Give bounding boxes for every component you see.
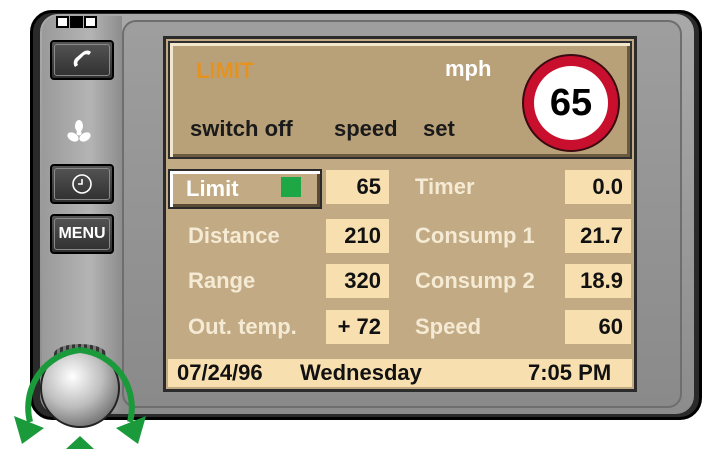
out-temp-value: + 72 [326,310,389,344]
consump-2-value: 18.9 [565,264,631,298]
consump-1-label: Consump 1 [415,223,535,248]
indicator-square-1 [56,16,69,28]
consump-1-value: 21.7 [565,219,631,253]
clock-icon [72,174,92,194]
limit-active-indicator [281,177,301,197]
speed-label[interactable]: speed [334,116,398,142]
indicator-square-3 [84,16,97,28]
timer-label: Timer [415,174,475,199]
phone-icon [73,50,91,67]
consump-2-label: Consump 2 [415,268,535,293]
distance-value: 210 [326,219,389,253]
status-time: 7:05 PM [528,360,612,385]
timer-value: 0.0 [565,170,631,204]
status-date: 07/24/96 [177,360,263,385]
limit-title: LIMIT [196,58,254,83]
out-temp-label: Out. temp. [188,314,297,339]
indicator-square-2 [70,16,83,28]
speed-row-label: Speed [415,314,482,339]
phone-button[interactable] [50,40,114,80]
unit-label: mph [445,56,492,81]
clock-button[interactable] [50,164,114,204]
menu-label: MENU [54,218,110,250]
limit-value: 65 [326,170,389,204]
distance-label: Distance [188,223,280,248]
rotate-arrows-icon [14,347,146,449]
speed-row-value: 60 [565,310,631,344]
range-label: Range [188,268,256,293]
set-label[interactable]: set [423,116,455,142]
speed-limit-value: 65 [534,66,608,140]
speed-limit-sign: 65 [522,54,620,152]
switch-off-label[interactable]: switch off [190,116,293,142]
range-value: 320 [326,264,389,298]
status-weekday: Wednesday [300,360,422,385]
menu-button[interactable]: MENU [50,214,114,254]
limit-label: Limit [186,176,239,201]
fan-icon[interactable] [64,118,94,148]
